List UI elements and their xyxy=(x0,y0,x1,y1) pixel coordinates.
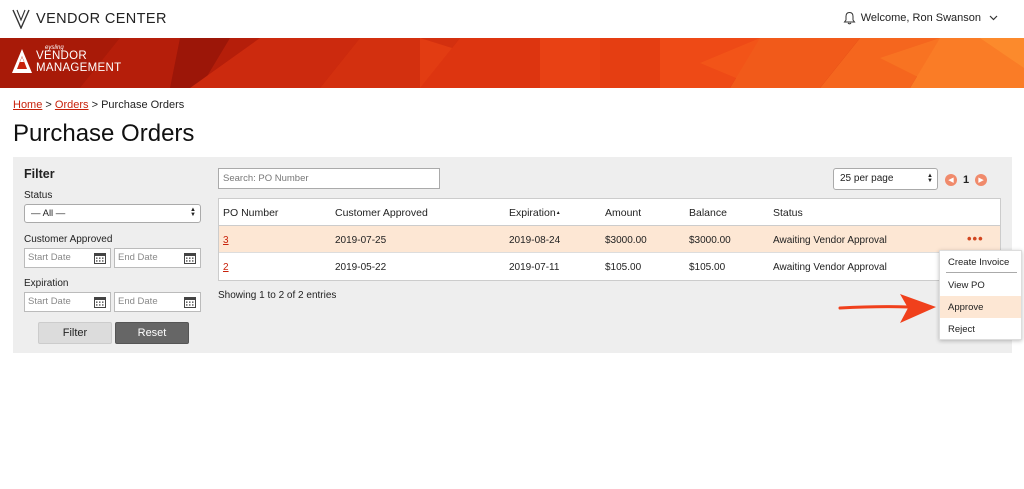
status-label: Status xyxy=(24,190,53,201)
menu-item-reject[interactable]: Reject xyxy=(940,318,1021,340)
customer-approved-label: Customer Approved xyxy=(24,234,113,245)
row-actions-menu: Create Invoice View PO Approve Reject xyxy=(939,250,1022,340)
menu-item-create-invoice[interactable]: Create Invoice xyxy=(940,251,1021,273)
filter-buttons: Filter Reset xyxy=(38,322,204,344)
customer-approved-cell: 2019-05-22 xyxy=(335,262,387,273)
calendar-icon[interactable] xyxy=(184,253,196,264)
status-cell: Awaiting Vendor Approval xyxy=(773,262,887,273)
brand[interactable]: VENDOR CENTER xyxy=(12,9,167,29)
calendar-icon[interactable] xyxy=(184,297,196,308)
sort-ascending-icon: ▲ xyxy=(555,210,561,217)
vendor-management-badge-icon xyxy=(12,49,32,73)
filter-button[interactable]: Filter xyxy=(38,322,112,344)
filter-title: Filter xyxy=(24,167,55,181)
column-header-status[interactable]: Status xyxy=(773,207,803,219)
breadcrumb-orders-link[interactable]: Orders xyxy=(55,99,89,111)
logo-line-2: MANAGEMENT xyxy=(36,61,122,74)
balance-cell: $3000.00 xyxy=(689,235,731,246)
customer-approved-end-date[interactable]: End Date xyxy=(114,248,201,268)
amount-cell: $105.00 xyxy=(605,262,642,273)
column-header-po-number[interactable]: PO Number xyxy=(223,207,278,219)
table-row[interactable]: 3 2019-07-25 2019-08-24 $3000.00 $3000.0… xyxy=(219,226,1000,253)
purchase-orders-table: PO Number Customer Approved Expiration▲ … xyxy=(218,198,1001,281)
select-arrows-icon: ▲ ▼ xyxy=(927,173,933,184)
table-header-row: PO Number Customer Approved Expiration▲ … xyxy=(219,199,1000,226)
calendar-icon[interactable] xyxy=(94,297,106,308)
menu-item-approve[interactable]: Approve xyxy=(940,296,1021,318)
breadcrumb-separator: > xyxy=(91,99,99,111)
expiration-cell: 2019-07-11 xyxy=(509,262,560,273)
menu-divider xyxy=(946,272,1017,273)
app-title: VENDOR CENTER xyxy=(36,11,167,27)
top-bar: VENDOR CENTER Welcome, Ron Swanson xyxy=(0,0,1024,38)
date-placeholder: End Date xyxy=(118,296,158,307)
calendar-icon[interactable] xyxy=(94,253,106,264)
customer-approved-range: Start Date End Date xyxy=(24,248,204,268)
welcome-text: Welcome, Ron Swanson xyxy=(860,12,981,24)
reset-button[interactable]: Reset xyxy=(115,322,189,344)
next-page-icon[interactable]: ▶ xyxy=(975,174,988,186)
previous-page-icon[interactable]: ◀ xyxy=(945,174,957,186)
column-header-customer-approved[interactable]: Customer Approved xyxy=(335,207,428,219)
po-number-link[interactable]: 2 xyxy=(223,262,229,273)
bell-icon[interactable] xyxy=(843,11,856,25)
banner-pattern xyxy=(0,38,1024,88)
table-row[interactable]: 2 2019-05-22 2019-07-11 $105.00 $105.00 … xyxy=(219,253,1000,280)
breadcrumb-current: Purchase Orders xyxy=(101,99,185,111)
search-placeholder: Search: PO Number xyxy=(223,173,309,184)
status-select[interactable]: — All — ▲ ▼ xyxy=(24,204,201,223)
logo-line-1: VENDOR xyxy=(36,50,88,62)
column-header-expiration[interactable]: Expiration▲ xyxy=(509,207,561,219)
page-title: Purchase Orders xyxy=(13,120,195,147)
table-info: Showing 1 to 2 of 2 entries xyxy=(218,290,337,301)
column-header-amount[interactable]: Amount xyxy=(605,207,641,219)
hero-banner xyxy=(0,38,1024,88)
date-placeholder: Start Date xyxy=(28,252,71,263)
search-input[interactable]: Search: PO Number xyxy=(218,168,440,189)
current-page[interactable]: 1 xyxy=(963,174,969,186)
chevron-down-icon xyxy=(989,15,998,21)
po-number-link[interactable]: 3 xyxy=(223,235,229,246)
select-arrows-icon: ▲ ▼ xyxy=(190,207,196,218)
user-menu[interactable]: Welcome, Ron Swanson xyxy=(843,11,998,25)
date-placeholder: Start Date xyxy=(28,296,71,307)
breadcrumb-separator: > xyxy=(45,99,52,111)
customer-approved-cell: 2019-07-25 xyxy=(335,235,387,246)
pagination: ◀ 1 ▶ xyxy=(945,174,988,186)
customer-approved-start-date[interactable]: Start Date xyxy=(24,248,111,268)
balance-cell: $105.00 xyxy=(689,262,726,273)
expiration-label: Expiration xyxy=(24,278,69,289)
filter-panel: Filter Status — All — ▲ ▼ Customer Approv… xyxy=(24,167,204,344)
breadcrumb-home-link[interactable]: Home xyxy=(13,99,42,111)
column-header-balance[interactable]: Balance xyxy=(689,207,727,219)
expiration-range: Start Date End Date xyxy=(24,292,204,312)
status-select-value: — All — xyxy=(31,208,66,219)
annotation-arrow-icon xyxy=(838,294,936,323)
vendor-center-logo-icon xyxy=(12,9,30,29)
vendor-management-logo: eysling VENDOR MANAGEMENT xyxy=(11,45,121,74)
expiration-end-date[interactable]: End Date xyxy=(114,292,201,312)
per-page-select[interactable]: 25 per page ▲ ▼ xyxy=(833,168,938,190)
status-cell: Awaiting Vendor Approval xyxy=(773,235,887,246)
menu-item-view-po[interactable]: View PO xyxy=(940,274,1021,296)
amount-cell: $3000.00 xyxy=(605,235,647,246)
breadcrumb: Home > Orders > Purchase Orders xyxy=(13,99,184,111)
more-actions-icon[interactable]: ••• xyxy=(967,231,984,246)
date-placeholder: End Date xyxy=(118,252,158,263)
expiration-cell: 2019-08-24 xyxy=(509,235,561,246)
per-page-value: 25 per page xyxy=(840,173,894,184)
expiration-start-date[interactable]: Start Date xyxy=(24,292,111,312)
